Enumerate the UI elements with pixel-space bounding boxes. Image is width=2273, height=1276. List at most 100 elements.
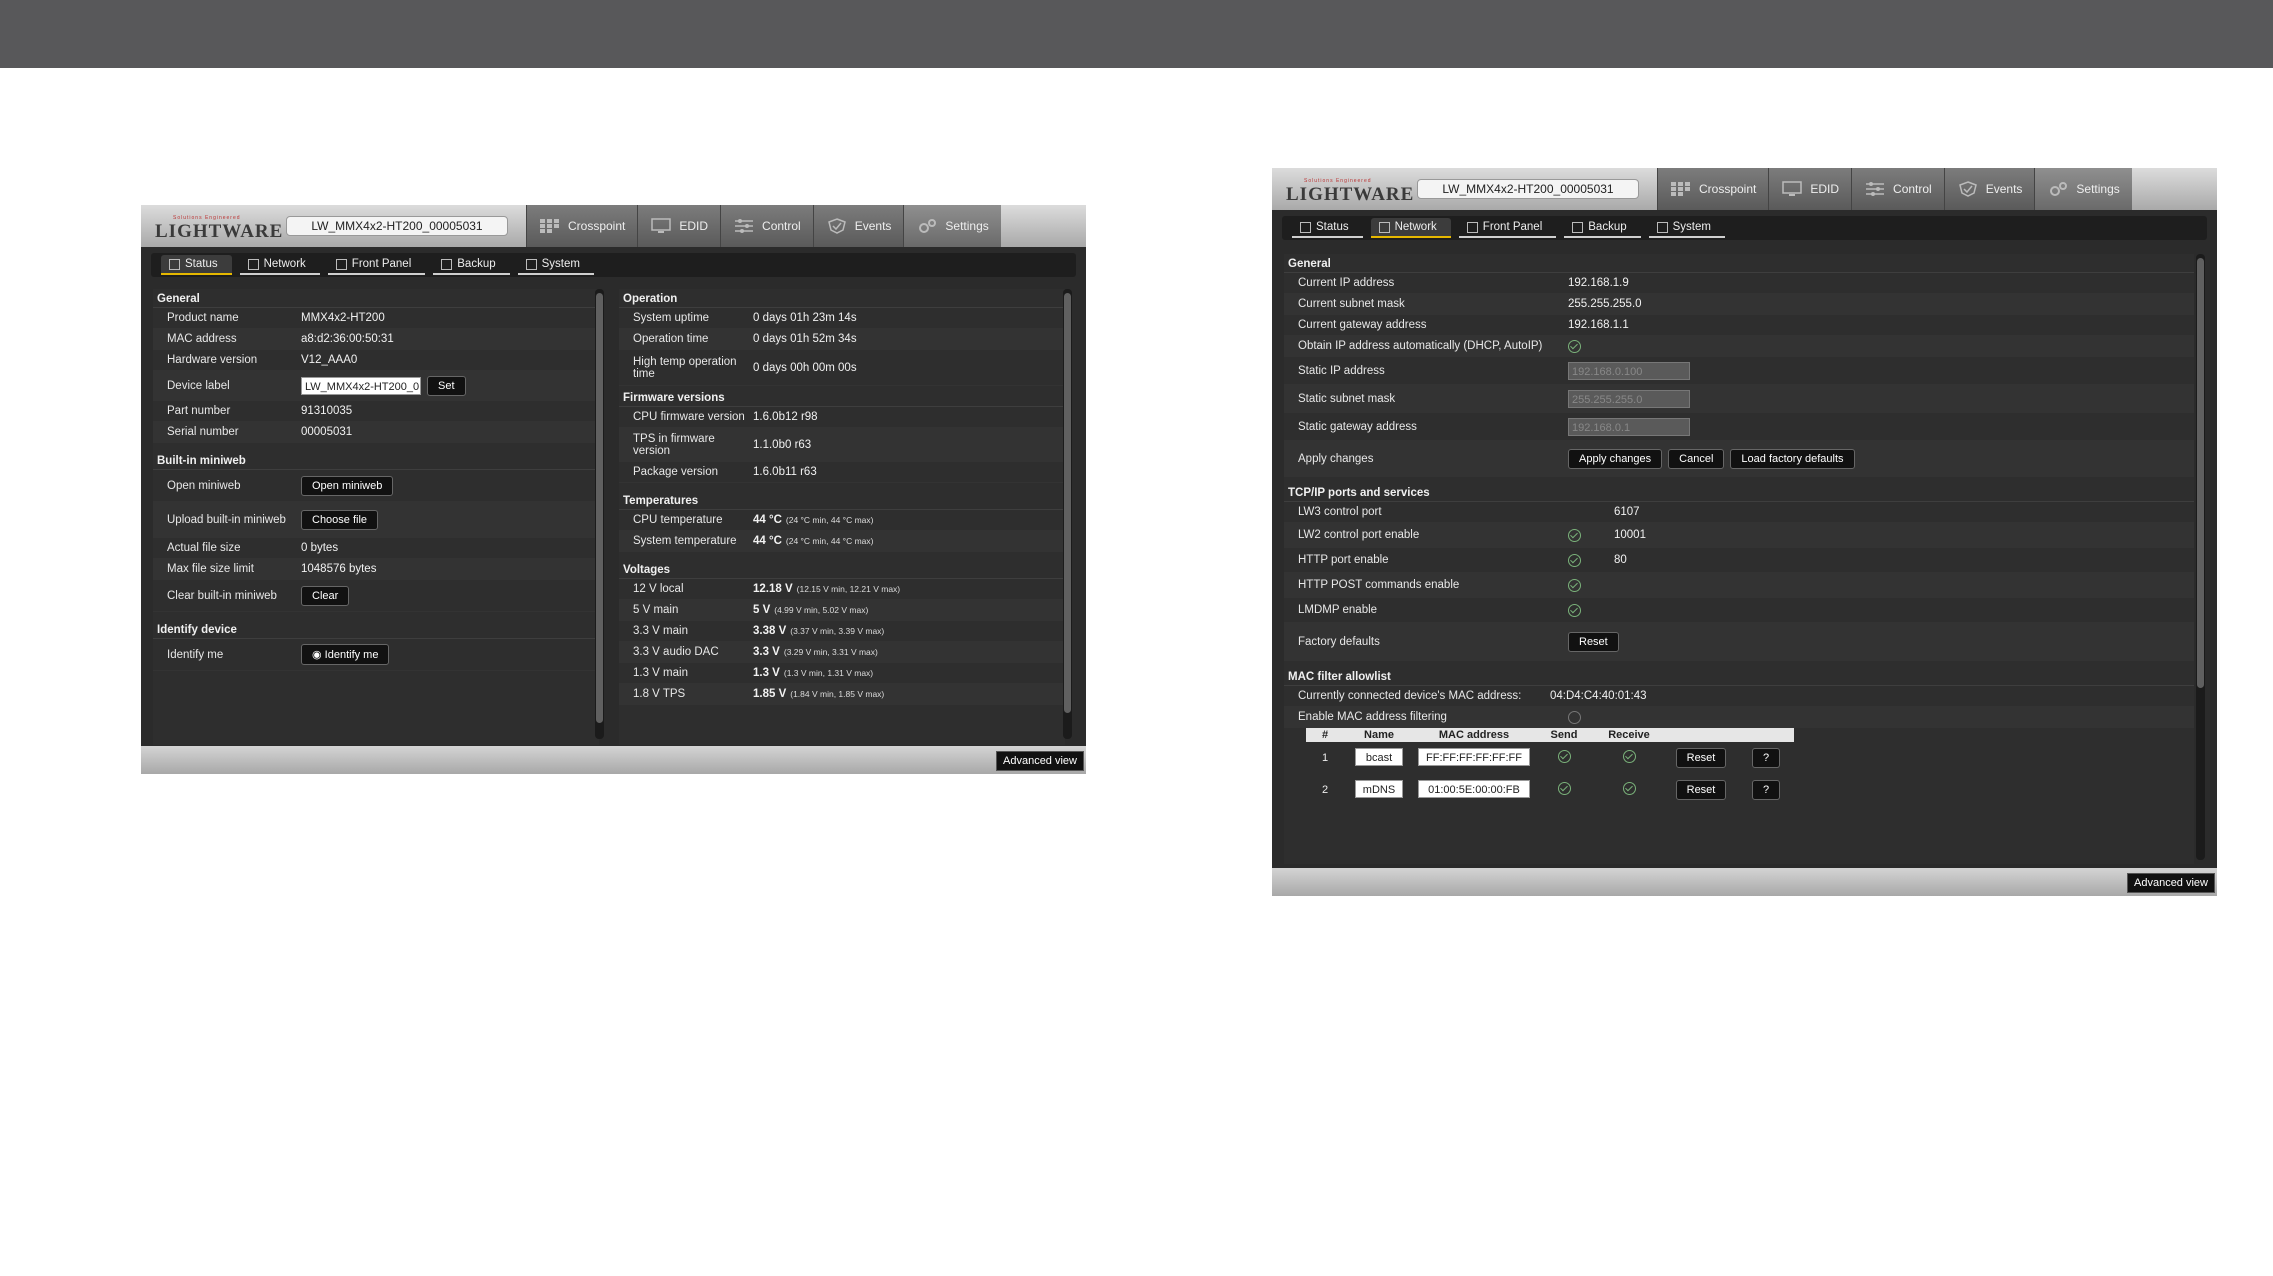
status-right-pane: Operation System uptime 0 days 01h 23m 14… xyxy=(619,289,1065,745)
mac-filter-checkbox[interactable] xyxy=(1568,710,1581,724)
clear-miniweb-button[interactable]: Clear xyxy=(301,585,350,606)
tab-edid[interactable]: EDID xyxy=(1768,168,1852,210)
mac-name-input[interactable]: bcast xyxy=(1355,747,1403,766)
subtab-system[interactable]: System xyxy=(1648,218,1725,238)
tab-crosspoint[interactable]: Crosspoint xyxy=(526,205,638,247)
row-help-button[interactable]: ? xyxy=(1751,748,1781,768)
subtab-front-panel[interactable]: Front Panel xyxy=(1458,218,1557,238)
subtab-backup[interactable]: Backup xyxy=(433,255,510,275)
shield-check-icon xyxy=(1958,181,1977,197)
tps-firmware-value: 1.1.0b0 r63 xyxy=(753,438,812,451)
tab-settings[interactable]: Settings xyxy=(903,205,1001,247)
gears-icon xyxy=(919,219,937,233)
device-name-field[interactable]: LW_MMX4x2-HT200_00005031 xyxy=(1417,179,1639,199)
send-checkbox[interactable] xyxy=(1557,782,1571,795)
open-miniweb-button[interactable]: Open miniweb xyxy=(301,475,394,496)
tab-crosspoint[interactable]: Crosspoint xyxy=(1657,168,1769,210)
choose-file-button[interactable]: Choose file xyxy=(301,509,379,530)
row-help-button[interactable]: ? xyxy=(1751,780,1781,800)
backup-icon xyxy=(1572,221,1584,233)
mac-address-input[interactable]: 01:00:5E:00:00:FB xyxy=(1418,779,1530,798)
serial-number-value: 00005031 xyxy=(301,426,353,438)
http-post-checkbox[interactable] xyxy=(1568,578,1581,592)
voltage-value: 1.3 V xyxy=(753,667,780,679)
section-general-title: General xyxy=(153,293,599,308)
tab-settings[interactable]: Settings xyxy=(2034,168,2132,210)
subtab-network[interactable]: Network xyxy=(1370,218,1451,238)
static-gateway-input[interactable]: 192.168.0.1 xyxy=(1568,417,1690,436)
identify-me-button[interactable]: ◉ Identify me xyxy=(301,644,390,665)
subtab-system[interactable]: System xyxy=(517,255,594,275)
section-miniweb-title: Built-in miniweb xyxy=(153,455,599,470)
settings-subtabs: Status Network Front Panel Backup System xyxy=(1282,216,2207,240)
lmdmp-checkbox[interactable] xyxy=(1568,603,1581,617)
receive-checkbox[interactable] xyxy=(1622,750,1636,763)
backup-icon xyxy=(441,258,453,270)
status-icon xyxy=(1300,221,1311,233)
current-gateway-value: 192.168.1.1 xyxy=(1568,319,1629,331)
dhcp-checkbox[interactable] xyxy=(1568,339,1581,353)
system-uptime-value: 0 days 01h 23m 14s xyxy=(753,312,857,324)
row-reset-button[interactable]: Reset xyxy=(1675,780,1727,800)
actual-file-size-value: 0 bytes xyxy=(301,542,339,554)
front-panel-icon xyxy=(1466,221,1478,233)
current-ip-value: 192.168.1.9 xyxy=(1568,277,1629,289)
lightware-logo: Solutions Engineered LIGHTWARE xyxy=(1286,178,1415,205)
subtab-status[interactable]: Status xyxy=(161,255,232,275)
high-temp-time-value: 0 days 00h 00m 00s xyxy=(753,361,857,374)
header-bar: Solutions Engineered LIGHTWARE LW_MMX4x2… xyxy=(141,205,1086,247)
max-file-size-value: 1048576 bytes xyxy=(301,563,377,575)
send-checkbox[interactable] xyxy=(1557,750,1571,763)
main-tabs: Crosspoint EDID Control Events Settings xyxy=(1657,168,2132,210)
footer-bar: Advanced view xyxy=(1272,868,2217,896)
tab-control[interactable]: Control xyxy=(720,205,813,247)
mac-name-input[interactable]: mDNS xyxy=(1355,779,1403,798)
status-icon xyxy=(169,258,180,270)
load-factory-defaults-button[interactable]: Load factory defaults xyxy=(1730,448,1855,469)
tab-events[interactable]: Events xyxy=(1943,168,2035,210)
cpu-temperature-value: 44 °C xyxy=(753,514,782,526)
mac-address-input[interactable]: FF:FF:FF:FF:FF:FF xyxy=(1418,747,1530,766)
subtab-network[interactable]: Network xyxy=(239,255,320,275)
row-reset-button[interactable]: Reset xyxy=(1675,748,1727,768)
cancel-button[interactable]: Cancel xyxy=(1668,448,1725,469)
factory-reset-button[interactable]: Reset xyxy=(1568,631,1619,652)
device-label-input[interactable]: LW_MMX4x2-HT200_0 xyxy=(301,376,421,395)
advanced-view-button[interactable]: Advanced view xyxy=(2127,873,2215,893)
receive-checkbox[interactable] xyxy=(1622,782,1636,795)
left-pane-scrollbar[interactable] xyxy=(595,289,604,739)
apply-changes-button[interactable]: Apply changes xyxy=(1568,448,1663,469)
footer-bar: Advanced view xyxy=(141,746,1086,774)
section-general-title: General xyxy=(1284,258,2194,273)
network-icon xyxy=(1378,221,1390,233)
sliders-icon xyxy=(1866,182,1885,196)
subtab-status[interactable]: Status xyxy=(1292,218,1363,238)
status-window: Solutions Engineered LIGHTWARE LW_MMX4x2… xyxy=(141,205,1086,774)
tab-control[interactable]: Control xyxy=(1851,168,1944,210)
mac-filter-table: # Name MAC address Send Receive 1 bcast … xyxy=(1306,728,1794,806)
section-firmware-title: Firmware versions xyxy=(619,392,1065,407)
tab-edid[interactable]: EDID xyxy=(637,205,721,247)
static-subnet-input[interactable]: 255.255.255.0 xyxy=(1568,389,1690,408)
section-voltages-title: Voltages xyxy=(619,564,1065,579)
voltage-value: 3.38 V xyxy=(753,625,787,637)
subtab-backup[interactable]: Backup xyxy=(1564,218,1641,238)
cpu-firmware-value: 1.6.0b12 r98 xyxy=(753,411,818,423)
monitor-icon xyxy=(1782,181,1803,196)
header-bar: Solutions Engineered LIGHTWARE LW_MMX4x2… xyxy=(1272,168,2217,210)
device-name-field[interactable]: LW_MMX4x2-HT200_00005031 xyxy=(286,216,508,236)
system-icon xyxy=(525,258,537,270)
network-pane-scrollbar[interactable] xyxy=(2196,254,2205,860)
static-ip-input[interactable]: 192.168.0.100 xyxy=(1568,361,1690,380)
hardware-version-value: V12_AAA0 xyxy=(301,354,358,366)
status-left-pane: General Product name MMX4x2-HT200 MAC add… xyxy=(153,289,599,745)
set-button[interactable]: Set xyxy=(427,375,466,396)
lw2-enable-checkbox[interactable] xyxy=(1568,528,1581,542)
front-panel-icon xyxy=(335,258,347,270)
system-temperature-value: 44 °C xyxy=(753,535,782,547)
right-pane-scrollbar[interactable] xyxy=(1063,289,1072,739)
http-enable-checkbox[interactable] xyxy=(1568,553,1581,567)
tab-events[interactable]: Events xyxy=(812,205,904,247)
subtab-front-panel[interactable]: Front Panel xyxy=(327,255,426,275)
advanced-view-button[interactable]: Advanced view xyxy=(996,751,1084,771)
